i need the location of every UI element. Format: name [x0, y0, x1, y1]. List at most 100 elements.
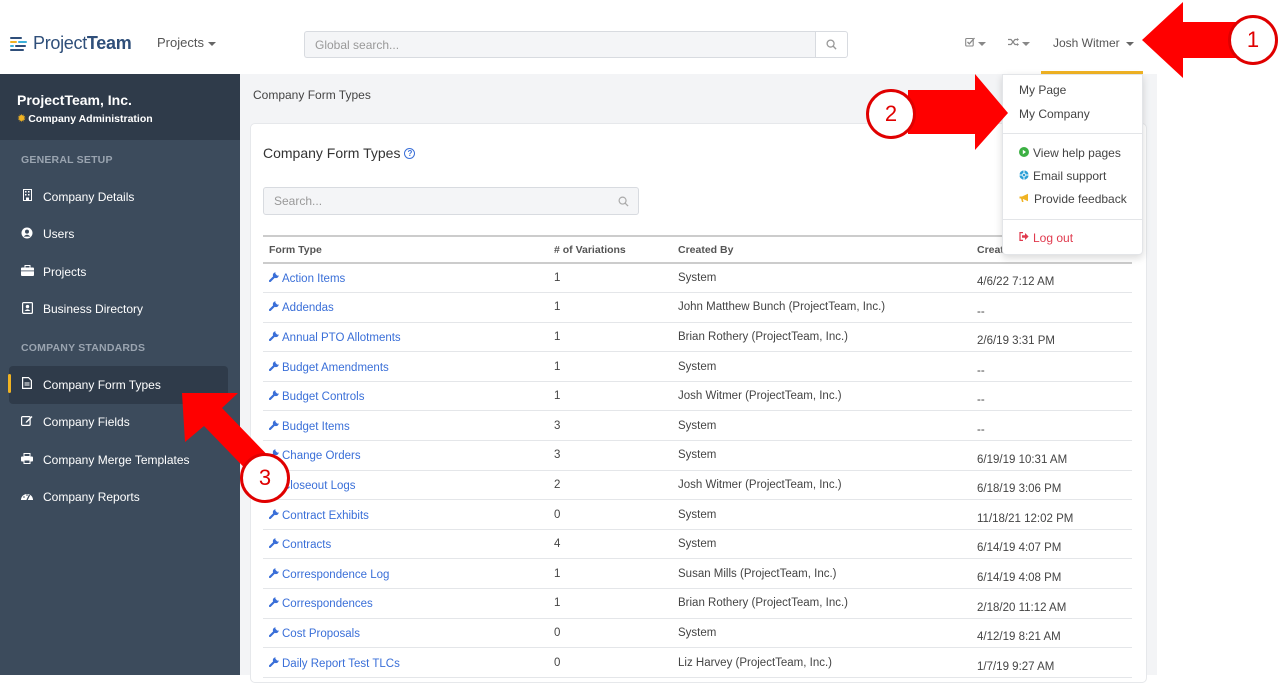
- user-name: Josh Witmer: [1053, 36, 1120, 50]
- sidebar-item-projects[interactable]: Projects: [0, 253, 228, 291]
- created-cell: 6/14/19 4:08 PM: [971, 558, 1132, 590]
- print-icon: [20, 452, 34, 467]
- created-cell: 2/6/19 3:31 PM: [971, 322, 1132, 353]
- logo-icon: [10, 36, 27, 51]
- wrench-icon: [268, 537, 280, 551]
- table-row: Addendas 1 John Matthew Bunch (ProjectTeam…: [263, 292, 1132, 323]
- sidebar-item-company-reports[interactable]: Company Reports: [0, 479, 228, 517]
- building-icon: [20, 189, 34, 204]
- menu-item-view-help-pages[interactable]: View help pages: [1019, 146, 1121, 160]
- table-row: Budget Controls 1 Josh Witmer (ProjectTeam…: [263, 381, 1132, 412]
- form-type-cell: Contract Exhibits: [263, 499, 548, 530]
- wrench-icon: [268, 508, 280, 522]
- form-types-search-input[interactable]: [264, 188, 608, 214]
- menu-item-email-support[interactable]: Email support: [1019, 169, 1106, 183]
- form-type-cell: Annual PTO Allotments: [263, 322, 548, 353]
- variations-cell: 1: [548, 558, 672, 590]
- breadcrumb: Company Form Types: [253, 88, 371, 102]
- project-switch-menu[interactable]: [1008, 36, 1030, 50]
- checkbox-icon: [965, 37, 975, 47]
- global-search: [304, 31, 848, 58]
- created-cell: 6/14/19 4:07 PM: [971, 529, 1132, 560]
- sidebar-item-company-merge-templates[interactable]: Company Merge Templates: [0, 441, 228, 479]
- projects-menu[interactable]: Projects: [157, 35, 216, 50]
- user-menu[interactable]: Josh Witmer: [1053, 36, 1134, 50]
- variations-cell: 1: [548, 292, 672, 323]
- created-by-cell: Susan Mills (ProjectTeam, Inc.): [672, 558, 971, 590]
- bullhorn-icon: [1019, 193, 1030, 206]
- form-type-link[interactable]: Budget Controls: [268, 390, 364, 403]
- wrench-icon: [268, 626, 280, 640]
- sidebar-item-label: Company Reports: [43, 490, 140, 505]
- created-cell: 6/18/19 3:06 PM: [971, 470, 1132, 501]
- user-dropdown-menu: My Page My Company View help pages Email…: [1002, 74, 1143, 255]
- global-search-button[interactable]: [815, 31, 848, 58]
- created-cell: 2/18/20 11:12 AM: [971, 588, 1132, 619]
- variations-cell: 4: [548, 529, 672, 560]
- column-header-variations[interactable]: # of Variations: [548, 235, 672, 264]
- menu-item-my-company[interactable]: My Company: [1019, 107, 1090, 121]
- form-type-link[interactable]: Contracts: [268, 537, 331, 551]
- sidebar-item-label: Company Details: [43, 189, 135, 204]
- form-type-link[interactable]: Annual PTO Allotments: [268, 331, 401, 344]
- play-circle-icon: [1019, 146, 1029, 160]
- sidebar-item-users[interactable]: Users: [0, 216, 228, 254]
- annotation-number-1: 1: [1228, 15, 1278, 65]
- form-type-cell: Addendas: [263, 292, 548, 323]
- form-type-link[interactable]: Correspondence Log: [268, 567, 389, 581]
- form-type-link[interactable]: Addendas: [268, 301, 334, 314]
- sidebar-item-company-fields[interactable]: Company Fields: [0, 404, 228, 442]
- created-by-cell: Josh Witmer (ProjectTeam, Inc.): [672, 381, 971, 412]
- form-type-link[interactable]: Daily Report Test TLCs: [268, 656, 400, 670]
- form-type-link[interactable]: Budget Items: [268, 419, 350, 433]
- org-name: ProjectTeam, Inc.: [17, 92, 132, 108]
- annotation-number-3: 3: [240, 453, 290, 503]
- help-icon[interactable]: ?: [404, 147, 416, 159]
- menu-item-provide-feedback[interactable]: Provide feedback: [1019, 192, 1127, 206]
- form-type-link[interactable]: Budget Amendments: [268, 360, 389, 374]
- sidebar-item-business-directory[interactable]: Business Directory: [0, 291, 228, 329]
- table-row: Annual PTO Allotments 1 Brian Rothery (Pro…: [263, 322, 1132, 353]
- menu-item-log-out[interactable]: Log out: [1019, 231, 1073, 245]
- variations-cell: 2: [548, 470, 672, 501]
- created-by-cell: System: [672, 618, 971, 649]
- form-type-cell: Correspondence Log: [263, 558, 548, 590]
- projects-menu-label: Projects: [157, 35, 204, 50]
- form-type-cell: Correspondences: [263, 588, 548, 619]
- column-header-created-by[interactable]: Created By: [672, 235, 971, 264]
- created-by-cell: Josh Witmer (ProjectTeam, Inc.): [672, 470, 971, 501]
- column-header-form-type[interactable]: Form Type: [263, 235, 548, 264]
- top-navbar: ProjectTeam Projects Josh Witmer: [0, 0, 1283, 74]
- form-type-link[interactable]: Correspondences: [268, 597, 373, 610]
- form-type-cell: Closeout Logs: [263, 470, 548, 501]
- projectteam-logo[interactable]: ProjectTeam: [10, 33, 132, 54]
- global-search-input[interactable]: [304, 31, 815, 58]
- variations-cell: 1: [548, 322, 672, 353]
- sidebar-item-company-form-types[interactable]: Company Form Types: [8, 366, 228, 404]
- wrench-icon: [268, 656, 280, 670]
- sidebar-item-label: Projects: [43, 264, 87, 279]
- table-row: Cost Proposals 0 System 4/12/19 8:21 AM: [263, 618, 1132, 649]
- form-type-link[interactable]: Action Items: [268, 271, 345, 285]
- sidebar-item-label: Business Directory: [43, 302, 144, 317]
- chevron-down-icon: [1022, 41, 1030, 46]
- form-type-cell: Budget Controls: [263, 381, 548, 412]
- tasks-menu[interactable]: [965, 36, 986, 50]
- gear-icon: ✹: [17, 113, 27, 125]
- form-type-cell: Cost Proposals: [263, 618, 548, 649]
- form-type-link[interactable]: Cost Proposals: [268, 626, 360, 640]
- chevron-down-icon: [978, 41, 986, 46]
- search-icon[interactable]: [608, 196, 638, 207]
- section-company-standards: COMPANY STANDARDS: [21, 342, 146, 354]
- created-cell: 4/12/19 8:21 AM: [971, 618, 1132, 649]
- form-type-link[interactable]: Contract Exhibits: [268, 508, 369, 522]
- variations-cell: 3: [548, 440, 672, 471]
- variations-cell: 0: [548, 499, 672, 530]
- wrench-icon: [268, 360, 280, 374]
- table-row: Action Items 1 System 4/6/22 7:12 AM: [263, 263, 1132, 294]
- table-row: Contracts 4 System 6/14/19 4:07 PM: [263, 529, 1132, 560]
- wrench-icon: [268, 271, 280, 285]
- sidebar-item-company-details[interactable]: Company Details: [0, 178, 228, 216]
- menu-item-my-page[interactable]: My Page: [1019, 83, 1066, 97]
- table-row: Budget Items 3 System --: [263, 410, 1132, 442]
